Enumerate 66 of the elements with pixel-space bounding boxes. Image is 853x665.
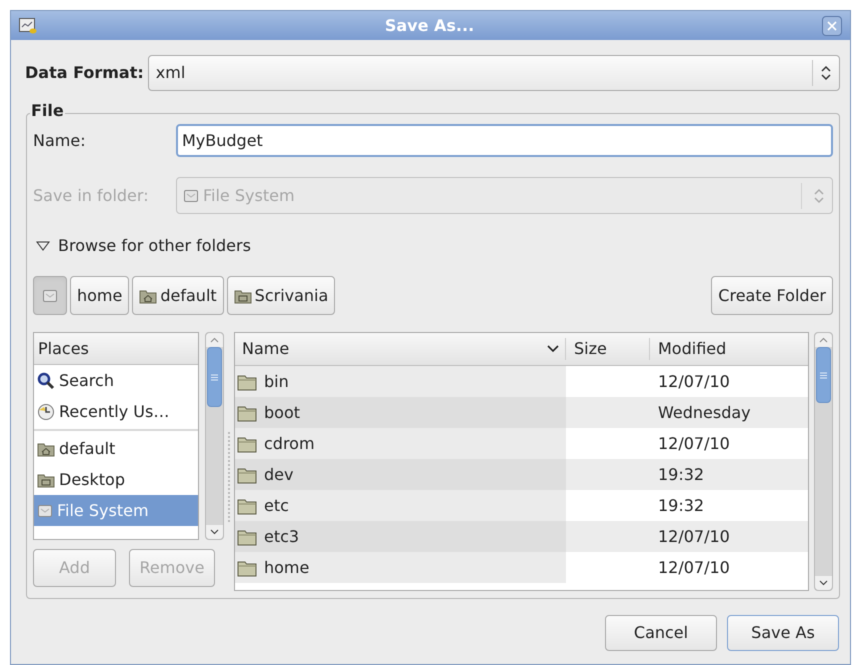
path-bar-button[interactable] xyxy=(33,276,67,315)
file-row[interactable]: dev 19:32 xyxy=(235,459,808,490)
file-name-cell[interactable]: etc3 xyxy=(235,521,566,552)
folder-icon xyxy=(237,558,257,576)
file-name-cell[interactable]: home xyxy=(235,552,566,583)
path-bar-button[interactable]: default xyxy=(132,276,224,315)
home-folder-icon xyxy=(139,288,158,304)
clock-icon xyxy=(37,402,55,420)
close-button[interactable] xyxy=(822,16,842,36)
place-item[interactable]: Search xyxy=(34,365,198,396)
file-modified-cell-text: 12/07/10 xyxy=(657,556,731,578)
drive-icon xyxy=(37,502,53,518)
scroll-up-arrow-icon[interactable] xyxy=(815,333,832,347)
data-format-label: Data Format: xyxy=(25,62,144,84)
column-header[interactable]: Modified xyxy=(650,338,808,360)
column-header[interactable]: Size xyxy=(566,338,650,360)
expander-triangle-icon xyxy=(36,241,50,251)
path-bar-button[interactable]: home xyxy=(70,276,130,315)
folder-icon xyxy=(237,372,257,390)
drive-icon xyxy=(42,288,58,304)
browse-folders-expander[interactable]: Browse for other folders xyxy=(33,234,251,258)
save-in-folder-label: Save in folder: xyxy=(33,184,150,206)
path-bar-button[interactable]: Scrivania xyxy=(226,276,336,315)
folder-icon xyxy=(237,434,257,452)
scrollbar[interactable] xyxy=(814,332,833,591)
file-name-cell[interactable]: etc xyxy=(235,490,566,521)
place-item[interactable]: Desktop xyxy=(34,464,198,495)
scroll-thumb[interactable] xyxy=(207,347,222,407)
file-row[interactable]: boot Wednesday xyxy=(235,397,808,428)
home-folder-icon xyxy=(37,440,55,456)
file-modified-cell-text: 19:32 xyxy=(657,494,706,516)
place-item[interactable]: default xyxy=(34,433,198,464)
place-item[interactable]: Recently Us… xyxy=(34,396,198,427)
desktop-folder-icon xyxy=(37,472,55,488)
app-icon xyxy=(19,18,37,34)
desktop-folder-icon xyxy=(234,288,252,304)
file-row[interactable]: etc3 12/07/10 xyxy=(235,521,808,552)
sort-caret-icon xyxy=(547,345,559,353)
file-modified-cell-text: 12/07/10 xyxy=(657,526,731,548)
scroll-up-arrow-icon[interactable] xyxy=(206,333,223,347)
file-name-cell[interactable]: bin xyxy=(235,366,566,397)
file-name-cell[interactable]: cdrom xyxy=(235,428,566,459)
scrollbar[interactable] xyxy=(205,332,224,540)
folder-icon xyxy=(237,528,257,546)
search-icon xyxy=(37,372,55,390)
name-label: Name: xyxy=(33,130,87,152)
close-icon xyxy=(827,20,837,30)
column-header[interactable]: Name xyxy=(235,338,566,360)
file-modified-cell-text: 12/07/10 xyxy=(657,370,731,392)
folder-icon xyxy=(237,466,257,484)
scroll-thumb[interactable] xyxy=(816,347,831,403)
create-folder-button[interactable]: Create Folder xyxy=(711,276,833,315)
drive-icon xyxy=(183,188,199,204)
dialog-button[interactable]: Cancel xyxy=(605,615,717,651)
file-name-cell[interactable]: boot xyxy=(235,397,566,428)
dialog-button[interactable]: Save As xyxy=(727,615,839,651)
folder-icon xyxy=(237,404,257,422)
places-header[interactable]: Places xyxy=(34,333,198,365)
data-format-dropdown[interactable]: xml xyxy=(148,55,840,91)
file-modified-cell-text: 19:32 xyxy=(657,464,706,486)
file-modified-cell-text: 12/07/10 xyxy=(657,432,731,454)
folder-icon xyxy=(237,496,257,514)
window-title: Save As... xyxy=(384,14,476,36)
file-name-cell[interactable]: dev xyxy=(235,459,566,490)
file-modified-cell-text: Wednesday xyxy=(657,402,752,424)
name-input-field[interactable]: MyBudget xyxy=(176,124,833,157)
